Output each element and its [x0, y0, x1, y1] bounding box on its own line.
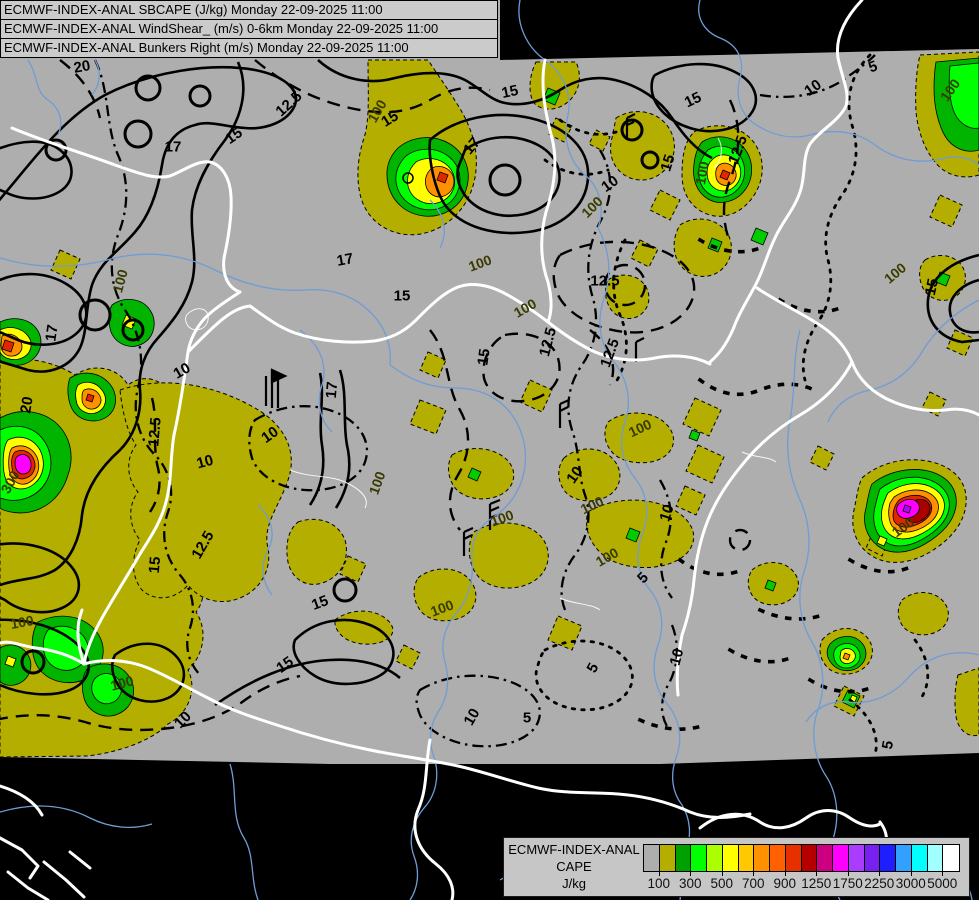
legend-colorbar — [643, 844, 960, 872]
legend-swatch-9 — [786, 845, 802, 871]
legend-tick-label: 300 — [679, 876, 702, 891]
legend-swatch-4 — [707, 845, 723, 871]
legend-tick-label: 1750 — [833, 876, 863, 891]
legend-title-line1: ECMWF-INDEX-ANAL — [508, 841, 640, 858]
legend-swatch-10 — [802, 845, 818, 871]
legend-swatch-6 — [739, 845, 755, 871]
title-line-bunkers: ECMWF-INDEX-ANAL Bunkers Right (m/s) Mon… — [1, 39, 497, 57]
legend-swatch-7 — [754, 845, 770, 871]
legend-swatch-19 — [943, 845, 959, 871]
legend-tick-label: 100 — [647, 876, 670, 891]
legend-tick-label: 1250 — [801, 876, 831, 891]
legend-swatch-8 — [770, 845, 786, 871]
title-line-windshear: ECMWF-INDEX-ANAL WindShear_ (m/s) 0-6km … — [1, 20, 497, 39]
legend-tick-label: 2250 — [864, 876, 894, 891]
weather-map-svg — [0, 0, 979, 900]
legend-swatch-18 — [928, 845, 944, 871]
legend-swatch-14 — [865, 845, 881, 871]
legend-swatch-17 — [912, 845, 928, 871]
legend-swatch-12 — [833, 845, 849, 871]
legend-title: ECMWF-INDEX-ANAL CAPE J/kg — [508, 841, 640, 892]
cape-legend: ECMWF-INDEX-ANAL CAPE J/kg 100 300 500 700 9… — [503, 837, 970, 897]
legend-swatch-0 — [644, 845, 660, 871]
legend-tick-label: 5000 — [927, 876, 957, 891]
legend-tick-label: 700 — [742, 876, 765, 891]
legend-tick-label: 500 — [710, 876, 733, 891]
title-box: ECMWF-INDEX-ANAL SBCAPE (J/kg) Monday 22… — [0, 0, 498, 58]
legend-title-line2: CAPE — [508, 858, 640, 875]
legend-tick-label: 3000 — [896, 876, 926, 891]
legend-tick-label: 900 — [773, 876, 796, 891]
legend-swatch-13 — [849, 845, 865, 871]
legend-swatch-3 — [691, 845, 707, 871]
legend-swatch-11 — [817, 845, 833, 871]
title-line-sbcape: ECMWF-INDEX-ANAL SBCAPE (J/kg) Monday 22… — [1, 1, 497, 20]
legend-swatch-2 — [676, 845, 692, 871]
legend-swatch-5 — [723, 845, 739, 871]
legend-swatch-16 — [896, 845, 912, 871]
weather-map-screenshot: 20171512.5100171012.53001001515171010017… — [0, 0, 979, 900]
legend-swatch-1 — [660, 845, 676, 871]
legend-swatch-15 — [880, 845, 896, 871]
legend-title-line3: J/kg — [508, 875, 640, 892]
